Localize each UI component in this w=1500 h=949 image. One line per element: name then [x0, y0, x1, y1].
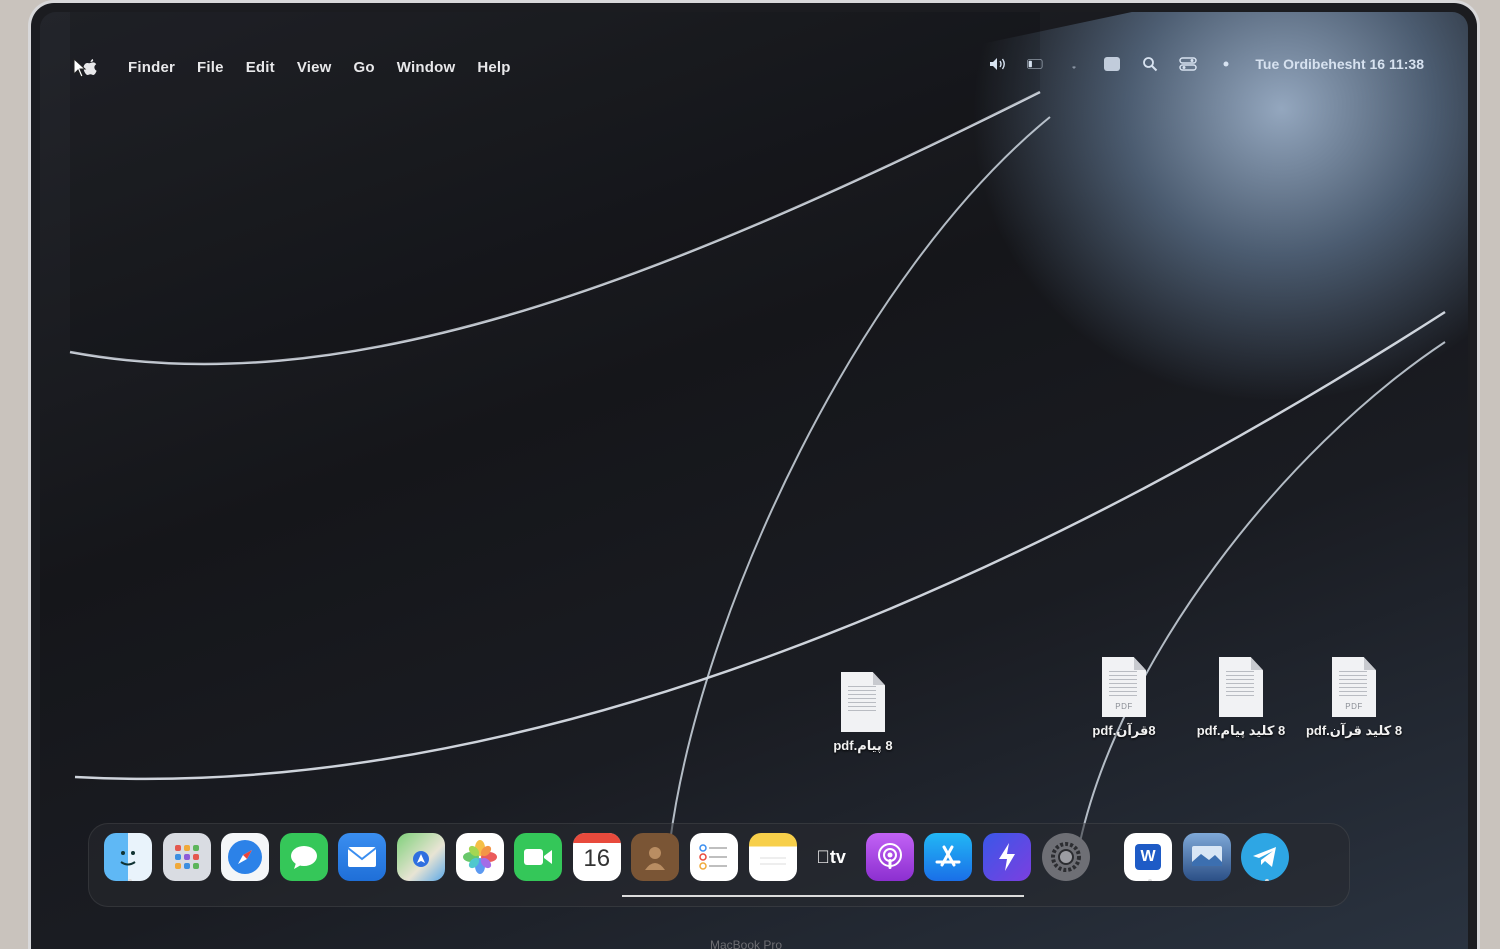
desktop-screen: Finder File Edit View Go Window Help Tue… — [40, 12, 1468, 949]
menu-app-name[interactable]: Finder — [128, 59, 175, 76]
menu-help[interactable]: Help — [477, 59, 510, 76]
notes-icon[interactable] — [748, 833, 797, 881]
settings-icon[interactable] — [1041, 833, 1090, 881]
desktop-file[interactable]: PDF 8 کلید قرآن.pdf — [1299, 657, 1409, 739]
word-icon[interactable]: W — [1124, 833, 1173, 881]
file-name: 8 پیام.pdf — [833, 738, 893, 753]
menu-clock[interactable]: Tue Ordibehesht 16 11:38 — [1255, 56, 1424, 72]
battery-icon[interactable] — [1027, 56, 1045, 72]
volume-icon[interactable] — [989, 56, 1007, 72]
menu-window[interactable]: Window — [397, 59, 456, 76]
desktop-file[interactable]: PDF 8قرآن.pdf — [1069, 657, 1179, 739]
dock-icons: 16 tv W — [104, 833, 1300, 881]
menu-edit[interactable]: Edit — [246, 59, 275, 76]
telegram-icon[interactable] — [1241, 833, 1290, 881]
control-center-icon[interactable] — [1179, 56, 1198, 72]
text-input-icon[interactable] — [1103, 56, 1121, 72]
mouse-pointer-icon — [73, 58, 87, 78]
spotlight-search-icon[interactable] — [1141, 56, 1159, 72]
menu-bar: Finder File Edit View Go Window Help Tue… — [40, 52, 1468, 82]
laptop-brand-label: MacBook Pro — [710, 938, 783, 949]
contacts-icon[interactable] — [631, 833, 680, 881]
finder-icon[interactable] — [104, 833, 152, 881]
appstore-icon[interactable] — [924, 833, 973, 881]
pdf-file-icon: PDF — [1102, 657, 1146, 717]
pdf-file-icon — [841, 672, 885, 732]
wallpaper-curves — [69, 12, 1446, 843]
pdf-file-icon: PDF — [1332, 657, 1376, 717]
photos-icon[interactable] — [455, 833, 504, 881]
desktop-file[interactable]: 8 پیام.pdf — [808, 672, 918, 754]
dock-reflection-line — [622, 895, 1024, 897]
podcasts-icon[interactable] — [865, 833, 914, 881]
shortcuts-icon[interactable] — [982, 833, 1031, 881]
wifi-icon[interactable] — [1065, 56, 1083, 72]
menu-go[interactable]: Go — [354, 59, 375, 76]
file-name: 8قرآن.pdf — [1092, 723, 1156, 738]
desktop-file[interactable]: 8 کلید پیام.pdf — [1186, 657, 1296, 739]
safari-icon[interactable] — [221, 833, 270, 881]
pdf-file-icon — [1219, 657, 1263, 717]
messages-icon[interactable] — [279, 833, 328, 881]
maps-icon[interactable] — [396, 833, 445, 881]
file-name: 8 کلید پیام.pdf — [1196, 723, 1286, 738]
siri-icon[interactable] — [1217, 56, 1235, 72]
file-name: 8 کلید قرآن.pdf — [1305, 723, 1403, 738]
preview-icon[interactable] — [1182, 833, 1231, 881]
appletv-icon[interactable]: tv — [807, 833, 855, 881]
reminders-icon[interactable] — [689, 833, 738, 881]
calendar-icon[interactable]: 16 — [572, 833, 621, 881]
mail-icon[interactable] — [338, 833, 387, 881]
menu-file[interactable]: File — [197, 59, 224, 76]
launchpad-icon[interactable] — [162, 833, 211, 881]
menu-view[interactable]: View — [297, 59, 332, 76]
facetime-icon[interactable] — [514, 833, 563, 881]
status-area: Tue Ordibehesht 16 11:38 — [989, 56, 1424, 72]
